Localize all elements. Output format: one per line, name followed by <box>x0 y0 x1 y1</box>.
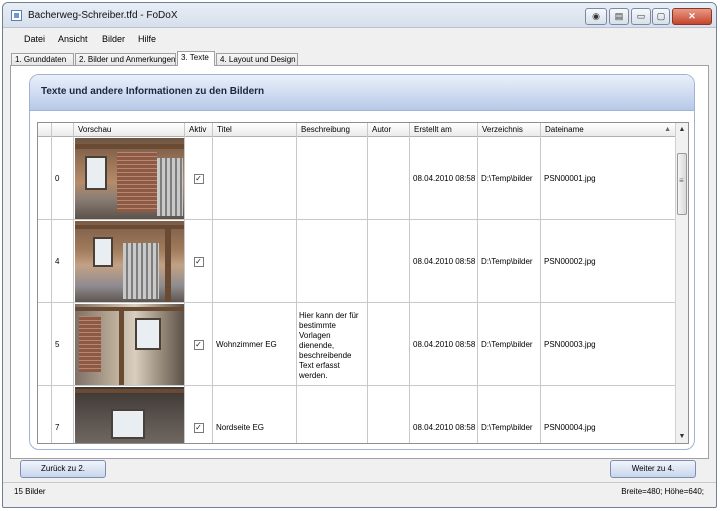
titel-cell[interactable] <box>213 220 297 303</box>
erstellt-cell: 08.04.2010 08:58 <box>410 137 478 220</box>
preview-cell <box>74 303 185 386</box>
aktiv-checkbox[interactable]: ✓ <box>193 256 204 267</box>
dateiname-cell: PSN00001.jpg <box>541 137 676 220</box>
column-header-titel[interactable]: Titel <box>213 123 297 137</box>
preview-cell <box>74 386 185 443</box>
column-header-dateiname[interactable]: Dateiname ▲ <box>541 123 676 137</box>
row-id: 7 <box>52 386 74 443</box>
titel-cell[interactable]: Wohnzimmer EG <box>213 303 297 386</box>
menu-ansicht[interactable]: Ansicht <box>58 34 88 44</box>
aktiv-cell[interactable]: ✓ <box>185 220 213 303</box>
aktiv-cell[interactable]: ✓ <box>185 303 213 386</box>
dateiname-cell: PSN00002.jpg <box>541 220 676 303</box>
scroll-down-icon[interactable]: ▼ <box>676 430 688 443</box>
dateiname-cell: PSN00003.jpg <box>541 303 676 386</box>
panel-title: Texte und andere Informationen zu den Bi… <box>41 86 265 97</box>
row-selector[interactable] <box>38 386 52 443</box>
image-dimensions: Breite=480; Höhe=640; <box>621 487 704 496</box>
aktiv-cell[interactable]: ✓ <box>185 137 213 220</box>
close-icon[interactable]: ✕ <box>672 8 712 25</box>
preview-cell <box>74 137 185 220</box>
menu-datei[interactable]: Datei <box>24 34 45 44</box>
aktiv-checkbox[interactable]: ✓ <box>193 173 204 184</box>
status-bar: 15 Bilder Breite=480; Höhe=640; <box>3 482 716 500</box>
help-icon[interactable]: ◉ <box>585 8 607 25</box>
column-header-beschreibung[interactable]: Beschreibung <box>297 123 368 137</box>
beschreibung-cell[interactable] <box>297 220 368 303</box>
table-row[interactable]: 5 ✓ Wohnzimmer EG Hier kann der für best… <box>38 303 676 386</box>
autor-cell[interactable] <box>368 303 410 386</box>
autor-cell[interactable] <box>368 220 410 303</box>
column-header-autor[interactable]: Autor <box>368 123 410 137</box>
menu-bilder[interactable]: Bilder <box>102 34 125 44</box>
column-header-verzeichnis[interactable]: Verzeichnis <box>478 123 541 137</box>
row-selector[interactable] <box>38 303 52 386</box>
column-header-erstellt-am[interactable]: Erstellt am <box>410 123 478 137</box>
titel-cell[interactable] <box>213 137 297 220</box>
preview-image <box>75 387 184 443</box>
maximize-icon[interactable]: ▢ <box>652 8 670 25</box>
verzeichnis-cell: D:\Temp\bilder <box>478 386 541 443</box>
aktiv-cell[interactable]: ✓ <box>185 386 213 443</box>
next-button[interactable]: Weiter zu 4. <box>610 460 696 478</box>
autor-cell[interactable] <box>368 386 410 443</box>
title-bar: Bacherweg-Schreiber.tfd - FoDoX ◉ ▤ ▭ ▢ … <box>3 3 716 28</box>
verzeichnis-cell: D:\Temp\bilder <box>478 220 541 303</box>
column-header-aktiv[interactable]: Aktiv <box>185 123 213 137</box>
preview-cell <box>74 220 185 303</box>
row-id: 5 <box>52 303 74 386</box>
verzeichnis-cell: D:\Temp\bilder <box>478 137 541 220</box>
texts-panel: Texte und andere Informationen zu den Bi… <box>29 74 695 450</box>
scroll-up-icon[interactable]: ▲ <box>676 123 688 136</box>
titel-cell[interactable]: Nordseite EG <box>213 386 297 443</box>
vertical-scrollbar[interactable]: ▲ ▼ <box>675 123 688 443</box>
beschreibung-cell[interactable] <box>297 386 368 443</box>
aktiv-checkbox[interactable]: ✓ <box>193 422 204 433</box>
app-icon <box>11 10 22 21</box>
menu-hilfe[interactable]: Hilfe <box>138 34 156 44</box>
row-id-header <box>52 123 74 137</box>
aktiv-checkbox[interactable]: ✓ <box>193 339 204 350</box>
scroll-thumb[interactable] <box>677 153 687 215</box>
tab-panel-texte: Texte und andere Informationen zu den Bi… <box>10 65 709 459</box>
preview-image <box>75 304 184 385</box>
table-row[interactable]: 4 ✓ 08.04.2010 08:58 D:\Temp\bilder PSN0… <box>38 220 676 303</box>
row-id: 4 <box>52 220 74 303</box>
image-info-grid: Vorschau Aktiv Titel Beschreibung Autor … <box>37 122 689 444</box>
row-selector[interactable] <box>38 220 52 303</box>
dateiname-cell: PSN00004.jpg <box>541 386 676 443</box>
column-header-dateiname-label: Dateiname <box>545 125 584 134</box>
minimize-icon[interactable]: ▭ <box>631 8 651 25</box>
info-icon[interactable]: ▤ <box>609 8 629 25</box>
back-button[interactable]: Zurück zu 2. <box>20 460 106 478</box>
grid-header: Vorschau Aktiv Titel Beschreibung Autor … <box>38 123 676 137</box>
row-id: 0 <box>52 137 74 220</box>
erstellt-cell: 08.04.2010 08:58 <box>410 220 478 303</box>
panel-header: Texte und andere Informationen zu den Bi… <box>30 75 694 111</box>
erstellt-cell: 08.04.2010 08:58 <box>410 386 478 443</box>
tab-texte[interactable]: 3. Texte <box>177 51 215 66</box>
table-row[interactable]: 7 ✓ Nordseite EG 08.04.2010 08:58 D:\Tem… <box>38 386 676 443</box>
autor-cell[interactable] <box>368 137 410 220</box>
row-selector[interactable] <box>38 137 52 220</box>
preview-image <box>75 221 184 302</box>
window-title: Bacherweg-Schreiber.tfd - FoDoX <box>28 10 178 21</box>
verzeichnis-cell: D:\Temp\bilder <box>478 303 541 386</box>
erstellt-cell: 08.04.2010 08:58 <box>410 303 478 386</box>
beschreibung-cell[interactable]: Hier kann der für bestimmte Vorlagen die… <box>297 303 368 386</box>
column-header-vorschau[interactable]: Vorschau <box>74 123 185 137</box>
beschreibung-cell[interactable] <box>297 137 368 220</box>
menu-bar: Datei Ansicht Bilder Hilfe <box>3 29 716 48</box>
table-row[interactable]: 0 ✓ 08.04.2010 08:58 D:\Temp\bilder PSN0… <box>38 137 676 220</box>
sort-ascending-icon: ▲ <box>664 126 671 133</box>
image-count: 15 Bilder <box>14 487 46 496</box>
main-window: Bacherweg-Schreiber.tfd - FoDoX ◉ ▤ ▭ ▢ … <box>2 2 717 508</box>
row-header-corner <box>38 123 52 137</box>
preview-image <box>75 138 184 219</box>
